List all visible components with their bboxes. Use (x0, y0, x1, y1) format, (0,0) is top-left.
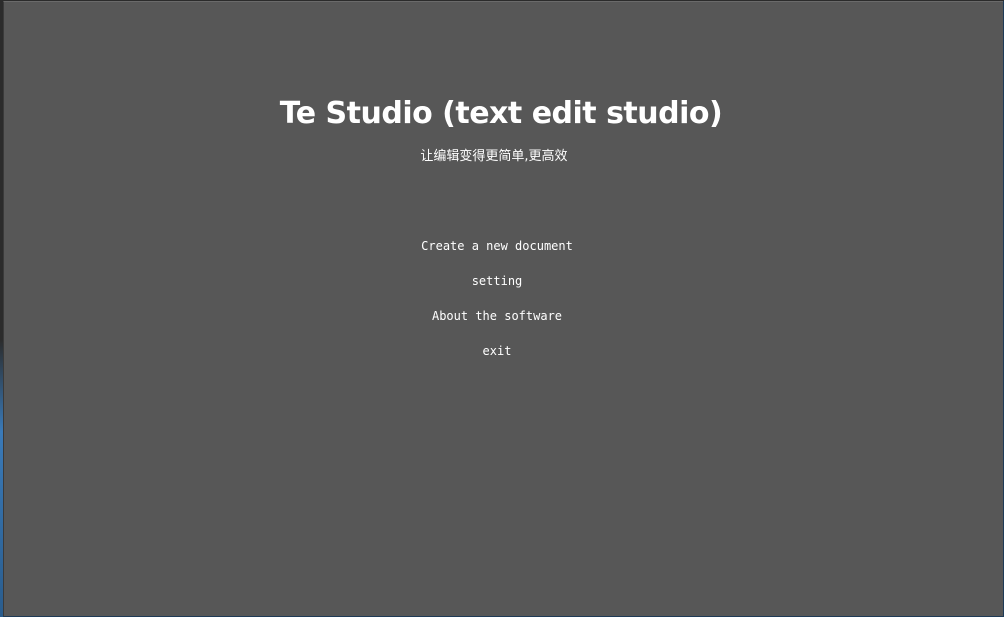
exit-button[interactable]: exit (477, 333, 518, 368)
setting-button[interactable]: setting (466, 263, 529, 298)
app-title: Te Studio (text edit studio) (279, 96, 723, 131)
app-window: Te Studio (text edit studio) 让编辑变得更简单,更高… (3, 1, 1003, 616)
about-software-button[interactable]: About the software (426, 298, 568, 333)
main-menu: Create a new document setting About the … (4, 228, 990, 368)
create-new-document-button[interactable]: Create a new document (415, 228, 579, 263)
app-subtitle: 让编辑变得更简单,更高效 (420, 149, 568, 164)
